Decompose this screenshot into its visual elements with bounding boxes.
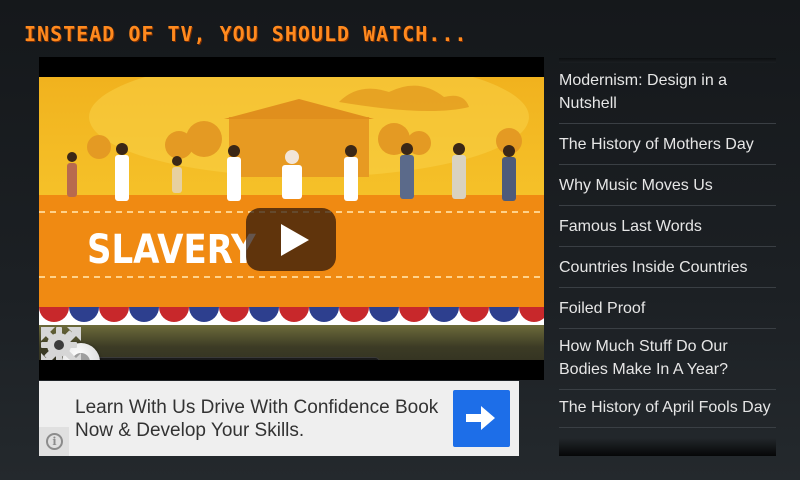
list-item[interactable]: The History of Mothers Day bbox=[559, 124, 776, 165]
player-controls bbox=[39, 325, 544, 360]
list-item[interactable]: Foiled Proof bbox=[559, 288, 776, 329]
list-item[interactable]: Famous Last Words bbox=[559, 206, 776, 247]
page-title: INSTEAD OF TV, YOU SHOULD WATCH... bbox=[24, 22, 468, 46]
sidebar-scroll-fade bbox=[559, 438, 776, 456]
list-item[interactable]: Modernism: Design in a Nutshell bbox=[559, 63, 776, 124]
info-icon[interactable]: i bbox=[39, 427, 69, 456]
seek-bar[interactable] bbox=[84, 357, 380, 360]
video-frame[interactable]: SLAVERY bbox=[39, 77, 544, 360]
suggested-videos-list: Modernism: Design in a Nutshell The Hist… bbox=[559, 58, 776, 455]
ad-text[interactable]: Learn With Us Drive With Confidence Book… bbox=[75, 396, 455, 442]
arrow-right-icon bbox=[466, 406, 495, 430]
list-item[interactable]: Why Music Moves Us bbox=[559, 165, 776, 206]
expand-icon[interactable] bbox=[39, 325, 83, 360]
video-caption: SLAVERY bbox=[87, 227, 256, 273]
list-item[interactable]: How Much Stuff Do Our Bodies Make In A Y… bbox=[559, 329, 776, 390]
list-item[interactable]: Countries Inside Countries bbox=[559, 247, 776, 288]
play-button[interactable] bbox=[246, 208, 336, 271]
list-item[interactable]: The History of April Fools Day bbox=[559, 390, 776, 428]
ad-banner[interactable]: Learn With Us Drive With Confidence Book… bbox=[39, 381, 519, 456]
video-player[interactable]: SLAVERY bbox=[39, 57, 544, 380]
ad-open-button[interactable] bbox=[453, 390, 510, 447]
